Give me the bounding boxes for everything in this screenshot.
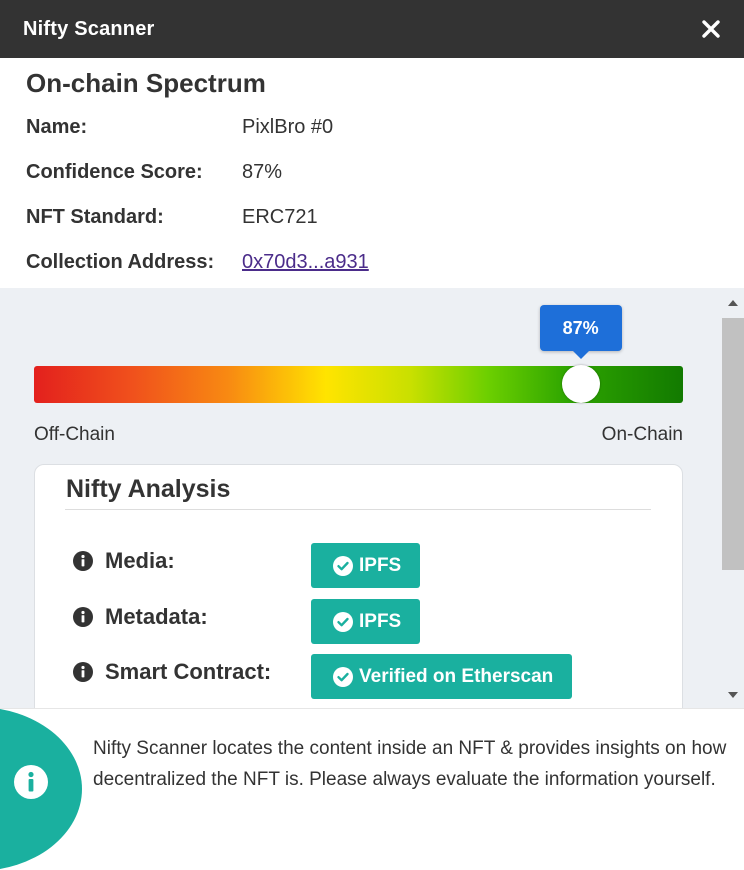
spectrum-value-tooltip: 87% (539, 305, 622, 359)
collection-address-link[interactable]: 0x70d3...a931 (242, 251, 369, 273)
media-row: Media: (73, 548, 175, 574)
check-circle-icon (333, 611, 353, 632)
info-icon (14, 765, 48, 799)
standard-value: ERC721 (242, 205, 318, 228)
scrollbar[interactable] (722, 288, 744, 708)
off-chain-label: Off-Chain (34, 424, 115, 445)
name-row: Name: PixlBro #0 (26, 115, 333, 139)
confidence-row: Confidence Score: 87% (26, 160, 282, 184)
name-label: Name: (26, 115, 88, 138)
smart-contract-label: Smart Contract: (105, 659, 272, 684)
scrollbar-thumb[interactable] (722, 318, 744, 570)
media-badge-label: IPFS (359, 554, 402, 576)
app-title: Nifty Scanner (23, 17, 155, 40)
metadata-label: Metadata: (105, 604, 208, 629)
media-label: Media: (105, 548, 175, 573)
spectrum-handle (561, 365, 600, 403)
smart-contract-row: Smart Contract: (73, 659, 271, 685)
title-bar: Nifty Scanner (0, 0, 744, 58)
info-section: On-chain Spectrum Name: PixlBro #0 Confi… (0, 58, 744, 288)
footer-description: Nifty Scanner locates the content inside… (93, 738, 727, 790)
standard-row: NFT Standard: ERC721 (26, 205, 318, 229)
check-circle-icon (333, 555, 353, 576)
confidence-label: Confidence Score: (26, 160, 203, 183)
media-ipfs-badge: IPFS (311, 543, 421, 588)
info-icon[interactable] (73, 607, 93, 627)
on-chain-label: On-Chain (601, 424, 683, 445)
standard-label: NFT Standard: (26, 205, 164, 228)
metadata-row: Metadata: (73, 604, 208, 630)
name-value: PixlBro #0 (242, 115, 334, 138)
divider (65, 509, 651, 510)
metadata-badge-label: IPFS (359, 610, 402, 632)
info-icon[interactable] (73, 551, 93, 571)
confidence-value: 87% (242, 160, 283, 183)
check-circle-icon (333, 666, 353, 687)
smart-contract-badge-label: Verified on Etherscan (359, 665, 554, 687)
analysis-title: Nifty Analysis (66, 475, 231, 503)
scroll-up-arrow-icon[interactable] (728, 300, 738, 306)
close-icon[interactable] (700, 18, 722, 40)
scroll-down-arrow-icon[interactable] (728, 692, 738, 698)
analysis-scroll-area[interactable]: 87% Off-Chain On-Chain Nifty Analysis Me… (0, 288, 744, 708)
address-row: Collection Address: 0x70d3...a931 (26, 250, 369, 274)
smart-contract-verified-badge: Verified on Etherscan (311, 654, 573, 699)
info-icon[interactable] (73, 662, 93, 682)
footer-info: Nifty Scanner locates the content inside… (0, 708, 744, 870)
address-label: Collection Address: (26, 250, 215, 273)
nifty-analysis-card: Nifty Analysis Media: IPFS Metadata: IPF… (34, 464, 683, 708)
section-title: On-chain Spectrum (26, 68, 266, 98)
metadata-ipfs-badge: IPFS (311, 599, 421, 644)
